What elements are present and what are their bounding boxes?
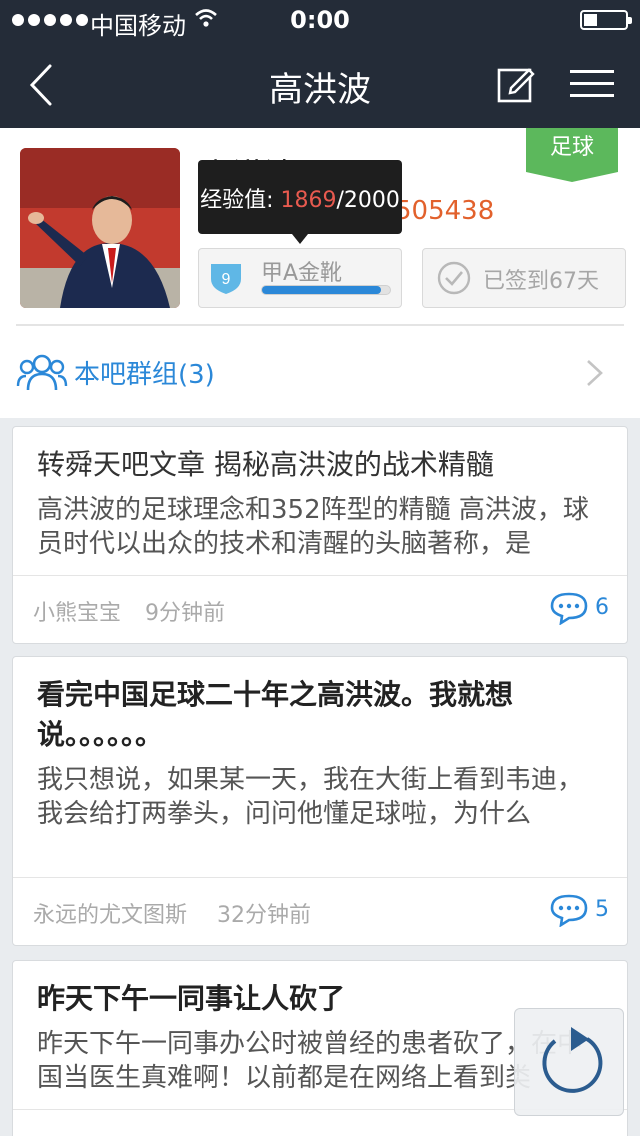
level-shield-icon: 9 <box>211 264 241 294</box>
signin-button[interactable]: 已签到67天 <box>422 248 626 308</box>
signin-label: 已签到67天 <box>483 269 599 294</box>
post-author[interactable]: 永远的尤文图斯 <box>33 897 187 929</box>
post-excerpt: 高洪波的足球理念和352阵型的精髓 高洪波，球员时代以出众的技术和清醒的头脑著称… <box>37 495 589 559</box>
comment-bubble-icon <box>550 592 588 625</box>
post-card[interactable]: 看完中国足球二十年之高洪波。我就想说。。。。。。 我只想说，如果某一天，我在大街… <box>12 656 628 946</box>
comment-count: 5 <box>595 897 609 922</box>
post-divider <box>13 575 627 576</box>
check-circle-icon <box>437 261 471 295</box>
forum-avatar <box>20 148 180 308</box>
forum-header: 高洪波 关注 3339 帖子 505438 足球 经验值: 1869/2000 … <box>0 128 640 418</box>
experience-progress-bar <box>261 285 391 295</box>
battery-icon <box>580 10 632 30</box>
refresh-icon <box>542 1027 603 1093</box>
groups-label: 本吧群组(3) <box>74 360 215 390</box>
experience-current: 1869 <box>280 188 337 213</box>
post-title: 转舜天吧文章 揭秘高洪波的战术精髓 <box>37 448 494 481</box>
top-bar: 中国移动 0:00 高洪波 <box>0 0 640 128</box>
post-title: 看完中国足球二十年之高洪波。我就想说。。。。。。 <box>37 678 514 751</box>
forum-groups-link[interactable]: 本吧群组(3) <box>0 326 640 418</box>
level-number: 9 <box>222 271 231 288</box>
posts-count: 505438 <box>395 196 495 226</box>
page-title: 高洪波 <box>269 70 371 110</box>
experience-label: 经验值: <box>200 188 274 213</box>
post-divider <box>13 877 627 878</box>
post-author[interactable]: 小熊宝宝 <box>33 595 121 627</box>
menu-icon[interactable] <box>570 68 614 100</box>
level-badge[interactable]: 9 甲A金靴 <box>198 248 402 308</box>
post-time: 32分钟前 <box>217 903 311 928</box>
refresh-button[interactable] <box>514 1008 624 1116</box>
comment-count: 6 <box>595 595 609 620</box>
experience-total: /2000 <box>336 188 400 213</box>
post-card[interactable]: 转舜天吧文章 揭秘高洪波的战术精髓 高洪波的足球理念和352阵型的精髓 高洪波，… <box>12 426 628 644</box>
group-users-icon <box>16 354 68 391</box>
category-tag[interactable]: 足球 <box>526 128 618 182</box>
experience-tooltip: 经验值: 1869/2000 <box>198 160 402 244</box>
status-time: 0:00 <box>290 6 350 34</box>
comment-bubble-icon <box>550 894 588 927</box>
status-bar: 中国移动 0:00 <box>0 0 640 40</box>
chevron-right-icon <box>587 360 603 386</box>
post-time: 9分钟前 <box>145 601 225 626</box>
level-name: 甲A金靴 <box>261 261 343 286</box>
compose-post-icon[interactable] <box>496 64 536 104</box>
post-excerpt: 我只想说，如果某一天，我在大街上看到韦迪，我会给打两拳头，问问他懂足球啦，为什么 <box>37 765 584 829</box>
